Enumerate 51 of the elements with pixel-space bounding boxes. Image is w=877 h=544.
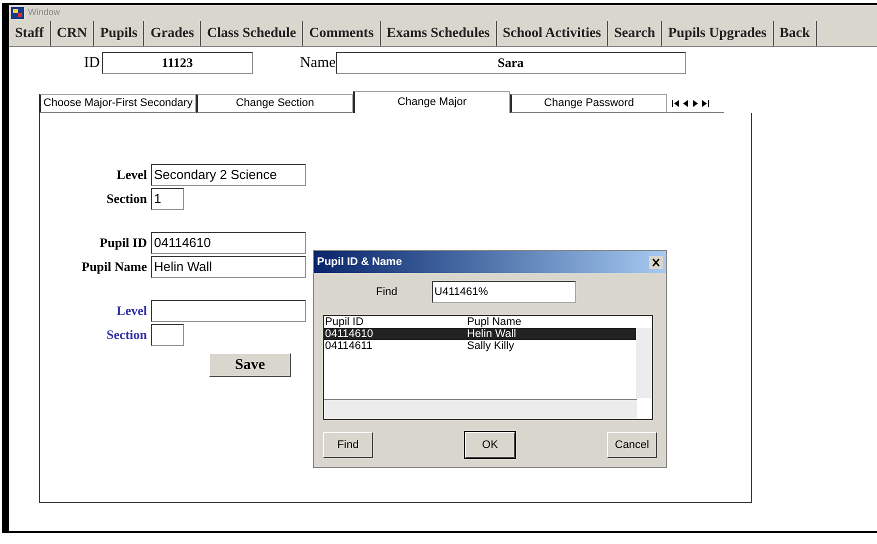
tab[interactable]: Choose Major-First Secondary xyxy=(39,94,196,113)
first-icon[interactable] xyxy=(671,98,680,108)
menu-item[interactable]: Pupils Upgrades xyxy=(662,21,774,46)
menu-item[interactable]: CRN xyxy=(50,21,94,46)
text-field[interactable] xyxy=(151,300,306,322)
dialog-button[interactable]: Find xyxy=(323,432,373,458)
dialog-title: Pupil ID & Name xyxy=(317,254,402,270)
next-icon[interactable] xyxy=(691,98,700,108)
field-label: Section xyxy=(106,190,148,208)
find-label: Find xyxy=(376,284,398,300)
text-field[interactable]: Secondary 2 Science xyxy=(151,164,306,186)
dialog-button[interactable]: Cancel xyxy=(607,432,657,458)
vertical-scrollbar[interactable] xyxy=(636,328,652,398)
close-icon[interactable] xyxy=(649,256,663,268)
last-icon[interactable] xyxy=(701,98,710,108)
window-title: Window xyxy=(28,6,60,20)
menu-item[interactable]: Class Schedule xyxy=(201,21,304,46)
name-label: Name xyxy=(300,54,336,73)
field-label: Pupil ID xyxy=(98,234,148,252)
menu-item[interactable]: Grades xyxy=(144,21,202,46)
text-field[interactable]: 04114610 xyxy=(151,232,306,254)
id-field[interactable]: 11123 xyxy=(102,52,253,74)
tab[interactable]: Change Password xyxy=(510,94,667,113)
menu-item[interactable]: Pupils xyxy=(94,21,144,46)
menu-item[interactable]: Staff xyxy=(9,21,51,46)
field-label: Level xyxy=(116,302,148,320)
menu-item[interactable]: School Activities xyxy=(496,21,608,46)
horizontal-scrollbar[interactable] xyxy=(324,399,637,419)
column-header: Pupil ID xyxy=(324,316,365,328)
text-field[interactable]: Helin Wall xyxy=(151,256,306,278)
menu-item[interactable]: Back xyxy=(774,21,817,46)
menu-item[interactable]: Search xyxy=(608,21,662,46)
text-field[interactable]: 1 xyxy=(151,188,184,210)
text-field[interactable] xyxy=(151,324,184,346)
save-button[interactable]: Save xyxy=(209,353,291,377)
field-label: Level xyxy=(116,166,148,184)
tab[interactable]: Change Major xyxy=(353,91,510,113)
field-label: Pupil Name xyxy=(80,258,148,276)
find-field[interactable]: U411461% xyxy=(432,281,576,303)
app-icon xyxy=(11,7,24,19)
id-label: ID xyxy=(84,54,100,73)
previous-icon[interactable] xyxy=(681,98,690,108)
field-label: Section xyxy=(106,326,148,344)
list-row[interactable]: 04114611 Sally Killy xyxy=(324,340,637,352)
column-header: Pupl Name xyxy=(467,316,522,328)
name-field[interactable]: Sara xyxy=(336,52,686,74)
list-row[interactable]: 04114610 Helin Wall xyxy=(324,328,637,340)
dialog-button[interactable]: OK xyxy=(465,432,515,458)
tab[interactable]: Change Section xyxy=(196,94,353,113)
menu-item[interactable]: Comments xyxy=(303,21,381,46)
menu-item[interactable]: Exams Schedules xyxy=(380,21,497,46)
